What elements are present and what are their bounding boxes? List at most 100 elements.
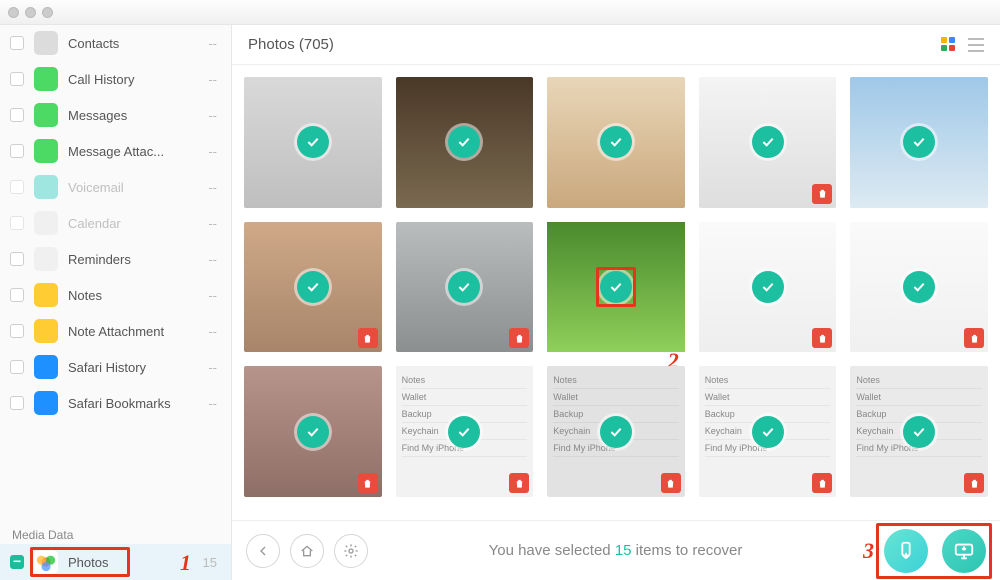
sidebar-item-label: Safari History	[68, 360, 198, 375]
sidebar-item-message-attachments[interactable]: Message Attac... --	[0, 133, 231, 169]
voicemail-icon	[34, 175, 58, 199]
sidebar-item-count: --	[208, 72, 217, 87]
checkbox-icon[interactable]	[10, 36, 24, 50]
sidebar-item-count: 15	[203, 555, 217, 570]
back-button[interactable]	[246, 534, 280, 568]
trash-icon[interactable]	[964, 328, 984, 348]
page-title: Photos (705)	[248, 36, 334, 53]
photo-thumb[interactable]	[699, 77, 837, 208]
selected-check-icon	[448, 271, 480, 303]
photo-thumb[interactable]	[244, 366, 382, 497]
checkbox-icon[interactable]	[10, 288, 24, 302]
selected-check-icon	[752, 271, 784, 303]
sidebar-item-label: Safari Bookmarks	[68, 396, 198, 411]
selected-check-icon	[600, 416, 632, 448]
photo-thumb[interactable]	[699, 222, 837, 353]
messages-icon	[34, 103, 58, 127]
sidebar-item-safari-history[interactable]: Safari History --	[0, 349, 231, 385]
sidebar-item-photos[interactable]: Photos 15 1	[0, 544, 231, 580]
sidebar-item-label: Message Attac...	[68, 144, 198, 159]
photo-thumb[interactable]: NotesWalletBackupKeychainFind My iPhone	[699, 366, 837, 497]
list-view-icon[interactable]	[968, 38, 984, 52]
photo-thumb[interactable]	[396, 222, 534, 353]
message-attachments-icon	[34, 139, 58, 163]
sidebar-item-label: Note Attachment	[68, 324, 198, 339]
sidebar-item-calendar: Calendar--	[0, 205, 231, 241]
sidebar-item-call-history[interactable]: Call History--	[0, 61, 231, 97]
photo-grid: 2NotesWalletBackupKeychainFind My iPhone…	[232, 65, 1000, 520]
trash-icon[interactable]	[358, 328, 378, 348]
trash-icon[interactable]	[812, 184, 832, 204]
sidebar-item-count: --	[208, 144, 217, 159]
call-history-icon	[34, 67, 58, 91]
trash-icon[interactable]	[812, 473, 832, 493]
sidebar-item-label: Notes	[68, 288, 198, 303]
trash-icon[interactable]	[661, 473, 681, 493]
sidebar-item-count: --	[208, 180, 217, 195]
sidebar-item-reminders[interactable]: Reminders--	[0, 241, 231, 277]
photo-thumb[interactable]: NotesWalletBackupKeychainFind My iPhone	[850, 366, 988, 497]
photo-thumb[interactable]	[244, 222, 382, 353]
notes-icon	[34, 283, 58, 307]
sidebar-item-count: --	[208, 252, 217, 267]
photo-thumb[interactable]	[396, 77, 534, 208]
note-attachment-icon	[34, 319, 58, 343]
checkbox-icon[interactable]	[10, 108, 24, 122]
selected-check-icon	[297, 271, 329, 303]
trash-icon[interactable]	[509, 328, 529, 348]
selected-check-icon	[297, 126, 329, 158]
reminders-icon	[34, 247, 58, 271]
trash-icon[interactable]	[812, 328, 832, 348]
titlebar	[0, 0, 1000, 25]
selected-check-icon	[903, 126, 935, 158]
traffic-light-zoom[interactable]	[42, 7, 53, 18]
photo-thumb[interactable]	[850, 222, 988, 353]
checkbox-icon[interactable]	[10, 555, 24, 569]
photo-thumb[interactable]: NotesWalletBackupKeychainFind My iPhone	[396, 366, 534, 497]
photo-thumb[interactable]: 2	[547, 222, 685, 353]
footer: You have selected 15 items to recover 3	[232, 520, 1000, 580]
photo-thumb[interactable]	[244, 77, 382, 208]
checkbox-icon[interactable]	[10, 252, 24, 266]
sidebar-item-label: Messages	[68, 108, 198, 123]
main-header: Photos (705)	[232, 25, 1000, 65]
safari-bookmarks-icon	[34, 391, 58, 415]
sidebar-item-count: --	[208, 324, 217, 339]
sidebar-item-messages[interactable]: Messages --	[0, 97, 231, 133]
trash-icon[interactable]	[358, 473, 378, 493]
annotation-3: 3	[863, 538, 874, 564]
settings-button[interactable]	[334, 534, 368, 568]
main-panel: Photos (705) 2NotesWalletBackupKeychainF…	[232, 25, 1000, 580]
sidebar-item-voicemail: Voicemail --	[0, 169, 231, 205]
selected-check-icon	[903, 416, 935, 448]
sidebar-item-label: Voicemail	[68, 180, 198, 195]
sidebar-section-media: Media Data	[0, 522, 231, 544]
checkbox-icon	[10, 216, 24, 230]
grid-view-icon[interactable]	[940, 36, 958, 54]
trash-icon[interactable]	[509, 473, 529, 493]
photo-thumb[interactable]	[547, 77, 685, 208]
annotation-box-1	[30, 547, 130, 577]
photo-thumb[interactable]: NotesWalletBackupKeychainFind My iPhone	[547, 366, 685, 497]
traffic-light-close[interactable]	[8, 7, 19, 18]
checkbox-icon[interactable]	[10, 360, 24, 374]
sidebar-item-note-attachment[interactable]: Note Attachment --	[0, 313, 231, 349]
annotation-1: 1	[180, 550, 191, 576]
sidebar-item-contacts[interactable]: Contacts--	[0, 25, 231, 61]
traffic-light-minimize[interactable]	[25, 7, 36, 18]
photo-thumb[interactable]	[850, 77, 988, 208]
selected-check-icon	[600, 126, 632, 158]
checkbox-icon[interactable]	[10, 72, 24, 86]
sidebar-item-notes[interactable]: Notes--	[0, 277, 231, 313]
sidebar-item-label: Contacts	[68, 36, 198, 51]
checkbox-icon[interactable]	[10, 144, 24, 158]
status-text: You have selected 15 items to recover	[378, 542, 853, 559]
sidebar-item-safari-bookmarks[interactable]: Safari Bookmarks--	[0, 385, 231, 421]
sidebar-item-count: --	[208, 360, 217, 375]
home-button[interactable]	[290, 534, 324, 568]
checkbox-icon[interactable]	[10, 396, 24, 410]
checkbox-icon[interactable]	[10, 324, 24, 338]
sidebar-item-count: --	[208, 108, 217, 123]
calendar-icon	[34, 211, 58, 235]
trash-icon[interactable]	[964, 473, 984, 493]
